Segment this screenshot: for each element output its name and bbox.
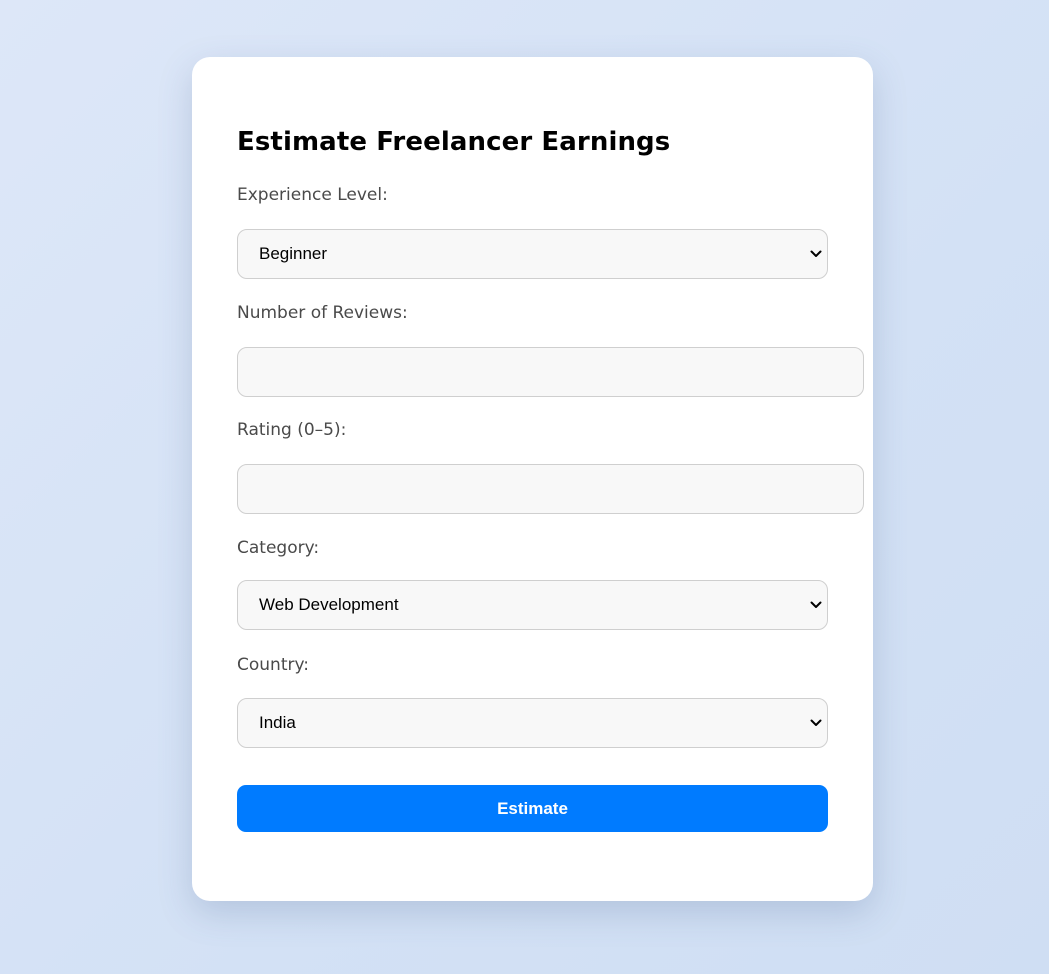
chevron-down-icon	[809, 247, 823, 261]
estimate-form-card: Estimate Freelancer Earnings Experience …	[192, 57, 873, 901]
category-label: Category:	[237, 538, 320, 558]
chevron-down-icon	[809, 716, 823, 730]
category-value: Web Development	[259, 595, 399, 614]
country-select[interactable]: India	[237, 698, 828, 748]
estimate-button[interactable]: Estimate	[237, 785, 828, 832]
chevron-down-icon	[809, 598, 823, 612]
rating-input[interactable]	[237, 464, 864, 514]
country-label: Country:	[237, 655, 310, 675]
category-select[interactable]: Web Development	[237, 580, 828, 630]
experience-level-value: Beginner	[259, 244, 328, 263]
number-of-reviews-input[interactable]	[237, 347, 864, 397]
country-value: India	[259, 713, 296, 732]
form-title: Estimate Freelancer Earnings	[237, 127, 671, 157]
number-of-reviews-label: Number of Reviews:	[237, 303, 408, 323]
experience-level-select[interactable]: Beginner	[237, 229, 828, 279]
rating-label: Rating (0–5):	[237, 420, 347, 440]
experience-level-label: Experience Level:	[237, 185, 388, 205]
